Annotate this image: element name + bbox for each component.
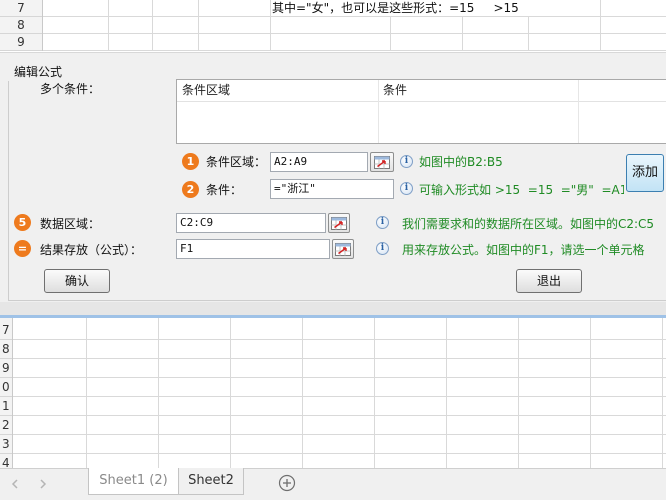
row-header[interactable]: 7 [0, 321, 12, 340]
confirm-button[interactable]: 确认 [44, 269, 110, 293]
cell-text[interactable]: 其中="女"，也可以是这些形式：=15 >15 [272, 0, 598, 16]
row-header[interactable]: 0 [0, 378, 12, 397]
sheet-tab-sheet2[interactable]: Sheet2 [178, 468, 244, 495]
info-icon [376, 216, 389, 229]
top-sheet-area: 7 8 9 其中="女"，也可以是这些形式：=15 >15 [0, 0, 666, 52]
exit-button[interactable]: 退出 [516, 269, 582, 293]
step-badge: 2 [182, 181, 199, 198]
sheet-tab-bar: Sheet1 (2) Sheet2 [0, 468, 666, 500]
edit-formula-dialog: 编辑公式 多个条件： 条件区域 条件 1 条件区域： A2:A9 如图中的B2:… [0, 52, 666, 302]
result-cell-select-button[interactable] [332, 239, 354, 259]
info-icon [376, 242, 389, 255]
condition-range-label: 条件区域： [206, 155, 267, 169]
condition-range-input[interactable]: A2:A9 [270, 152, 368, 172]
row-header[interactable]: 9 [0, 359, 12, 378]
info-icon [400, 155, 413, 168]
range-select-icon [331, 216, 347, 230]
data-range-select-button[interactable] [328, 213, 350, 233]
condition-range-hint: 如图中的B2:B5 [419, 155, 503, 169]
data-range-hint: 我们需要求和的数据所在区域。如图中的C2:C5 [402, 217, 655, 231]
conditions-table[interactable]: 条件区域 条件 [176, 79, 666, 144]
chevron-left-icon [11, 479, 18, 489]
multi-conditions-label: 多个条件： [40, 82, 101, 96]
prev-sheet-button[interactable] [8, 477, 22, 491]
dialog-title: 编辑公式 [14, 65, 63, 79]
condition-hint: 可输入形式如 >15 =15 ="男" =A1 [419, 183, 624, 197]
result-cell-label: 结果存放（公式）： [40, 243, 143, 257]
add-sheet-button[interactable] [278, 474, 296, 492]
column-divider [578, 80, 579, 143]
range-select-icon [335, 242, 351, 256]
row-header[interactable]: 9 [0, 34, 42, 51]
sheet-tab-sheet1-2[interactable]: Sheet1 (2) [88, 468, 179, 495]
add-condition-button[interactable]: 添加 [626, 154, 664, 192]
data-range-input[interactable]: C2:C9 [176, 213, 326, 233]
pane-splitter[interactable] [0, 302, 666, 315]
column-divider [378, 80, 379, 143]
row-header[interactable]: 8 [0, 17, 42, 34]
result-cell-input[interactable]: F1 [176, 239, 330, 259]
data-range-label: 数据区域： [40, 217, 101, 231]
row-header[interactable]: 1 [0, 397, 12, 416]
column-header-condition-range[interactable]: 条件区域 [182, 80, 230, 101]
row-header[interactable]: 3 [0, 435, 12, 454]
step-badge: 1 [182, 153, 199, 170]
info-icon [400, 182, 413, 195]
row-header[interactable]: 7 [0, 0, 42, 17]
cell-grid[interactable] [13, 318, 666, 468]
step-badge: = [14, 240, 31, 257]
range-select-icon [374, 155, 390, 169]
chevron-right-icon [40, 479, 47, 489]
plus-circle-icon [278, 474, 296, 492]
condition-range-select-button[interactable] [370, 152, 394, 172]
condition-input[interactable]: ="浙江" [270, 179, 394, 199]
column-header-condition[interactable]: 条件 [383, 80, 407, 101]
row-header[interactable]: 2 [0, 416, 12, 435]
row-header[interactable]: 8 [0, 340, 12, 359]
result-cell-hint: 用来存放公式。如图中的F1，请选一个单元格 [402, 243, 645, 257]
condition-label: 条件： [206, 183, 243, 197]
step-badge: 5 [14, 214, 31, 231]
table-header: 条件区域 条件 [177, 80, 666, 102]
next-sheet-button[interactable] [36, 477, 50, 491]
